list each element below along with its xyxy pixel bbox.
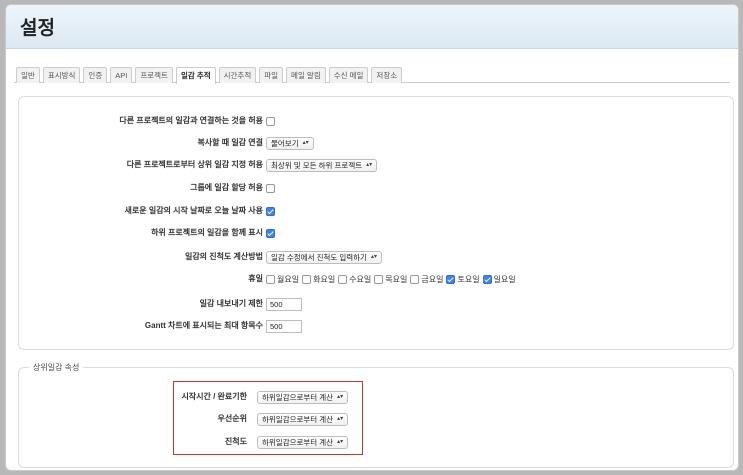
tab-api[interactable]: API [110, 67, 133, 83]
parent-row-priority: 우선순위 하위일감으로부터 계산 ▴▾ [19, 412, 733, 426]
setting-label: 하위 프로젝트의 일감을 함께 표시 [151, 228, 263, 237]
day-checkbox[interactable] [302, 274, 312, 284]
select-value: 하위일감으로부터 계산 [262, 392, 334, 402]
setting-row-gantt-items-limit: Gantt 차트에 표시되는 최대 항목수 500 [19, 319, 733, 333]
day-label: 화요일 [313, 274, 336, 284]
day-checkbox[interactable] [266, 274, 275, 284]
parent-done-ratio-select[interactable]: 하위일감으로부터 계산 ▴▾ [257, 435, 349, 449]
copy-relation-select[interactable]: 물어보기 ▴▾ [266, 136, 314, 150]
tab-repositories[interactable]: 저장소 [371, 67, 403, 83]
parent-dates-select[interactable]: 하위일감으로부터 계산 ▴▾ [257, 390, 349, 404]
day-checkbox[interactable] [410, 274, 420, 284]
parent-attributes-fieldset: 상위일감 속성 시작시간 / 완료기한 하위일감으로부터 계산 ▴▾ 우선순위 하… [18, 362, 734, 468]
setting-row-cross-project-subtasks: 다른 프로젝트로부터 상위 일감 지정 허용 최상위 및 모든 하위 프로젝트 ▴… [19, 158, 733, 172]
select-arrows-icon: ▴▾ [337, 438, 344, 445]
day-sunday[interactable]: 일요일 [482, 274, 516, 285]
tab-authentication[interactable]: 인증 [83, 67, 108, 83]
page-title: 설정 [20, 17, 55, 39]
setting-label: 다른 프로젝트로부터 상위 일감 지정 허용 [126, 160, 263, 169]
cross-project-relations-checkbox[interactable] [266, 116, 275, 126]
setting-row-group-assignment: 그룹에 일감 할당 허용 [19, 181, 733, 195]
day-label: 목요일 [385, 274, 408, 284]
day-thursday[interactable]: 목요일 [374, 274, 407, 285]
tab-incoming-emails[interactable]: 수신 메일 [328, 67, 369, 83]
setting-label: 시작시간 / 완료기한 [181, 392, 247, 401]
select-arrows-icon: ▴▾ [302, 139, 309, 146]
day-wednesday[interactable]: 수요일 [338, 274, 371, 285]
export-limit-input[interactable]: 500 [266, 297, 302, 311]
setting-label: 일감 내보내기 제한 [199, 299, 263, 308]
settings-window: 설정 일반 표시방식 인증 API 프로젝트 일감 추적 시간추적 파일 메일 … [5, 4, 739, 471]
setting-label: 다른 프로젝트의 일감과 연결하는 것을 허용 [119, 116, 263, 125]
parent-row-dates: 시작시간 / 완료기한 하위일감으로부터 계산 ▴▾ [19, 390, 733, 404]
gantt-items-limit-input[interactable]: 500 [266, 319, 302, 333]
default-start-today-checkbox[interactable] [266, 206, 275, 216]
setting-label: 우선순위 [217, 414, 247, 423]
day-saturday[interactable]: 토요일 [446, 274, 480, 285]
setting-row-export-limit: 일감 내보내기 제한 500 [19, 297, 733, 311]
select-value: 최상위 및 모든 하위 프로젝트 [271, 160, 363, 170]
issue-settings-box: 다른 프로젝트의 일감과 연결하는 것을 허용 복사할 때 일감 연결 물어보기… [18, 96, 734, 350]
page-header: 설정 [6, 5, 738, 49]
setting-row-default-start-today: 새로운 일감의 시작 날짜로 오늘 날짜 사용 [19, 204, 733, 218]
select-value: 하위일감으로부터 계산 [262, 437, 334, 447]
setting-row-done-ratio: 일감의 진척도 계산방법 일감 수정에서 진척도 입력하기 ▴▾ [19, 250, 733, 264]
select-value: 하위일감으로부터 계산 [262, 414, 334, 424]
select-value: 일감 수정에서 진척도 입력하기 [271, 252, 367, 262]
select-value: 물어보기 [271, 138, 299, 148]
cross-project-subtasks-select[interactable]: 최상위 및 모든 하위 프로젝트 ▴▾ [266, 158, 378, 172]
tab-general[interactable]: 일반 [16, 67, 40, 83]
day-label: 토요일 [457, 274, 480, 284]
day-label: 금요일 [421, 274, 444, 284]
tab-email-notifications[interactable]: 메일 알림 [286, 67, 326, 83]
display-subprojects-checkbox[interactable] [266, 228, 275, 238]
select-arrows-icon: ▴▾ [370, 253, 377, 260]
setting-row-display-subprojects: 하위 프로젝트의 일감을 함께 표시 [19, 226, 733, 240]
day-checkbox[interactable] [338, 274, 348, 284]
done-ratio-select[interactable]: 일감 수정에서 진척도 입력하기 ▴▾ [266, 250, 382, 264]
day-monday[interactable]: 월요일 [266, 274, 299, 285]
select-arrows-icon: ▴▾ [337, 415, 344, 422]
group-assignment-checkbox[interactable] [266, 183, 275, 193]
day-label: 일요일 [493, 274, 516, 284]
setting-row-copy-on-relation: 복사할 때 일감 연결 물어보기 ▴▾ [19, 136, 733, 150]
tab-time-tracking[interactable]: 시간추적 [218, 67, 257, 83]
setting-label: 새로운 일감의 시작 날짜로 오늘 날짜 사용 [124, 206, 263, 215]
day-label: 수요일 [349, 274, 372, 284]
parent-row-done-ratio: 진척도 하위일감으로부터 계산 ▴▾ [19, 435, 733, 449]
tab-display[interactable]: 표시방식 [42, 67, 81, 83]
parent-priority-select[interactable]: 하위일감으로부터 계산 ▴▾ [257, 412, 349, 426]
day-tuesday[interactable]: 화요일 [302, 274, 335, 285]
setting-label: 진척도 [224, 437, 247, 446]
day-checkbox[interactable] [446, 274, 456, 284]
setting-row-non-working-days: 휴일 월요일 화요일 수요일 목요일 금요일 토요일 일요일 [19, 272, 733, 286]
day-checkbox[interactable] [482, 274, 492, 284]
settings-tabs: 일반 표시방식 인증 API 프로젝트 일감 추적 시간추적 파일 메일 알림 … [14, 67, 730, 84]
setting-label: 휴일 [248, 274, 263, 283]
select-arrows-icon: ▴▾ [366, 161, 373, 168]
setting-row-cross-project-relations: 다른 프로젝트의 일감과 연결하는 것을 허용 [19, 114, 733, 128]
setting-label: 복사할 때 일감 연결 [197, 138, 263, 147]
day-label: 월요일 [277, 274, 300, 284]
day-friday[interactable]: 금요일 [410, 274, 443, 285]
setting-label: 일감의 진척도 계산방법 [184, 252, 263, 261]
fieldset-legend: 상위일감 속성 [29, 362, 84, 373]
select-arrows-icon: ▴▾ [337, 393, 344, 400]
day-checkbox[interactable] [374, 274, 384, 284]
setting-label: 그룹에 일감 할당 허용 [190, 183, 263, 192]
setting-label: Gantt 차트에 표시되는 최대 항목수 [144, 321, 263, 330]
tab-files[interactable]: 파일 [259, 67, 284, 83]
tab-issue-tracking[interactable]: 일감 추적 [175, 67, 216, 84]
tab-projects[interactable]: 프로젝트 [135, 67, 173, 83]
